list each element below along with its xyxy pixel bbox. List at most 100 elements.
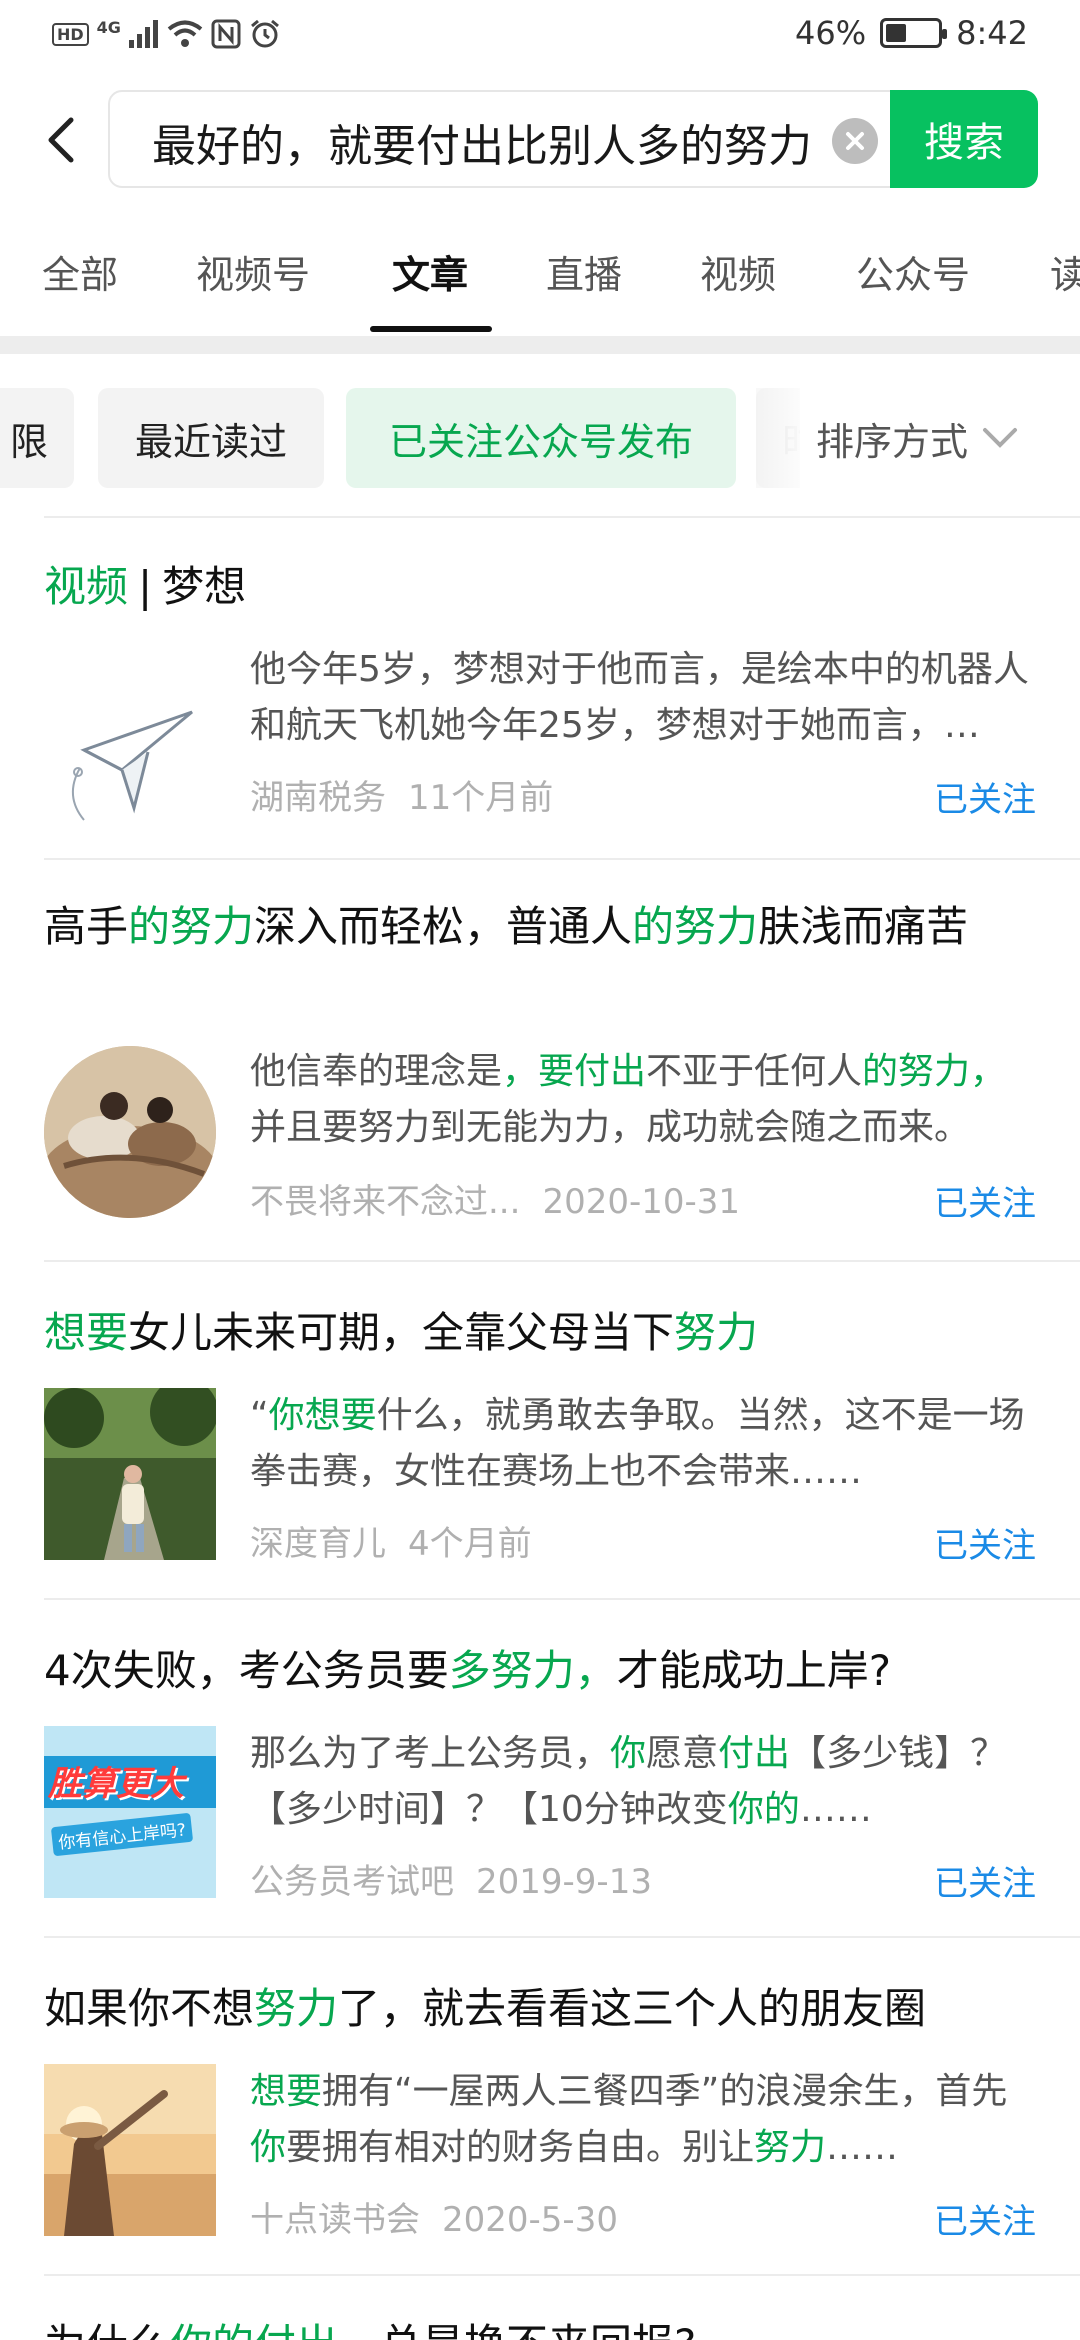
search-input[interactable]: 最好的，就要付出比别人多的努力: [108, 90, 900, 188]
active-tab-indicator: [370, 326, 492, 332]
article-title: 想要女儿未来可期，全靠父母当下努力: [44, 1302, 1034, 1364]
text-segment: ……: [826, 2127, 899, 2168]
sort-label: 排序方式: [816, 419, 969, 464]
divider: [44, 1936, 1080, 1938]
keyword-highlight: 的努力: [632, 902, 759, 951]
alarm-icon: [250, 19, 279, 48]
status-indicators: HD 4G: [52, 18, 281, 50]
clear-button[interactable]: [832, 118, 878, 164]
network-label: 4G: [96, 17, 121, 37]
keyword-highlight: 的努力，: [862, 1051, 1007, 1092]
article-time: 2020-10-31: [542, 1182, 741, 1222]
text-segment: 才能成功上岸?: [616, 1646, 892, 1695]
back-button[interactable]: [30, 110, 90, 170]
text-segment: 深入而轻松，普通人: [254, 902, 633, 951]
article-title: 4次失败，考公务员要多努力，才能成功上岸?: [44, 1640, 1034, 1702]
keyword-highlight: 努力: [254, 1984, 339, 2033]
article-time: 2019-9-13: [476, 1862, 652, 1902]
text-segment: 4次失败，考公务员要: [44, 1646, 449, 1695]
article-snippet: 那么为了考上公务员，你愿意付出【多少钱】？【多少时间】？【10分钟改变你的……: [250, 1726, 1038, 1838]
text-segment: 他信奉的理念是: [250, 1051, 503, 1092]
article-title: 为什么你的付出，总是换不来回报?: [44, 2314, 1034, 2340]
exam-banner: 胜算更大 你有信心上岸吗?: [44, 1726, 216, 1898]
keyword-highlight: 你: [610, 1733, 647, 1774]
followed-badge: 已关注: [934, 1864, 1036, 1904]
text-segment: 并且要努力到无能为力，成功就会随之而来。: [250, 1107, 971, 1148]
article-card[interactable]: 视频 | 梦想 他今年5岁，梦想对于他而言，是绘本中的机器人和航天飞机她今年25岁，…: [0, 556, 1080, 856]
divider: [44, 1598, 1080, 1600]
search-row: 最好的，就要付出比别人多的努力 搜索: [0, 90, 1080, 190]
divider: [44, 1260, 1080, 1262]
article-time: 2020-5-30: [442, 2200, 618, 2240]
chevron-down-icon: [983, 428, 1018, 448]
divider: [44, 2274, 1080, 2276]
text-segment: “: [250, 1395, 269, 1436]
article-source: 深度育儿: [250, 1524, 386, 1564]
text-segment: 为什么: [44, 2320, 170, 2340]
tab-official-accounts[interactable]: 公众号: [856, 244, 970, 299]
text-segment: 梦想: [162, 562, 247, 611]
article-snippet: 他今年5岁，梦想对于他而言，是绘本中的机器人和航天飞机她今年25岁，梦想对于她而…: [250, 642, 1038, 754]
search-button[interactable]: 搜索: [890, 90, 1038, 188]
woman-sunset-photo: [44, 2064, 216, 2236]
filter-bar: 限 最近读过 已关注公众号发布 时 排序方式: [0, 388, 1080, 488]
girl-forest-photo: [44, 1388, 216, 1560]
text-segment: 了，就去看看这三个人的朋友圈: [338, 1984, 927, 2033]
divider: [44, 516, 1080, 518]
followed-badge: 已关注: [934, 780, 1036, 820]
category-tabs: 全部 视频号 文章 直播 视频 公众号 读: [0, 230, 1080, 336]
divider: [44, 858, 1080, 860]
sort-dropdown[interactable]: 排序方式: [800, 388, 1080, 488]
article-snippet: 他信奉的理念是，要付出不亚于任何人的努力， 并且要努力到无能为力，成功就会随之而来…: [250, 1044, 1038, 1156]
article-snippet: 想要拥有“一屋两人三餐四季”的浪漫余生，首先你要拥有相对的财务自由。别让努力……: [250, 2064, 1038, 2176]
article-card[interactable]: 想要女儿未来可期，全靠父母当下努力 “你想要什么，就勇敢去争取。当然，这不是一场…: [0, 1302, 1080, 1602]
keyword-highlight: 努力: [754, 2127, 827, 2168]
article-card[interactable]: 如果你不想努力了，就去看看这三个人的朋友圈 想要拥有“一屋两人三餐四季”的浪漫余…: [0, 1978, 1080, 2278]
article-time: 4个月前: [408, 1524, 532, 1564]
keyword-highlight: 你想要: [268, 1395, 377, 1436]
filter-chip-followed[interactable]: 已关注公众号发布: [346, 388, 736, 488]
article-meta: 十点读书会 2020-5-30: [250, 2192, 618, 2241]
tab-channels[interactable]: 视频号: [196, 244, 310, 299]
tab-articles[interactable]: 文章: [392, 244, 468, 299]
article-card[interactable]: 为什么你的付出，总是换不来回报?: [0, 2308, 1080, 2340]
article-title: 视频 | 梦想: [44, 556, 1034, 618]
keyword-highlight: 你的付出: [170, 2320, 338, 2340]
filter-chip-recently-read[interactable]: 最近读过: [98, 388, 324, 488]
paper-plane-icon: [44, 660, 216, 832]
keyword-highlight: 付出: [718, 1733, 791, 1774]
text-segment: 愿意: [646, 1733, 719, 1774]
tab-live[interactable]: 直播: [546, 244, 622, 299]
wifi-icon: [167, 20, 203, 47]
text-segment: 拥有“一屋两人三餐四季”的浪漫余生，首先: [322, 2071, 1008, 2112]
text-segment: ……: [799, 1789, 872, 1830]
article-source: 公务员考试吧: [250, 1862, 454, 1902]
tab-all[interactable]: 全部: [42, 244, 118, 299]
signal-icon: [128, 20, 158, 48]
clock: 8:42: [956, 14, 1028, 52]
article-snippet: “你想要什么，就勇敢去争取。当然，这不是一场拳击赛，女性在赛场上也不会带来……: [250, 1388, 1038, 1500]
followed-badge: 已关注: [934, 1184, 1036, 1224]
article-card[interactable]: 高手的努力深入而轻松，普通人的努力肤浅而痛苦 他信奉的理念是，要付出不亚于任何人…: [0, 896, 1080, 1236]
article-card[interactable]: 4次失败，考公务员要多努力，才能成功上岸? 胜算更大 你有信心上岸吗? 那么为了…: [0, 1640, 1080, 1940]
article-meta: 湖南税务 11个月前: [250, 770, 553, 819]
battery-level: [886, 24, 906, 42]
nfc-icon: [211, 19, 241, 49]
battery-icon: [880, 18, 948, 48]
text-segment: 他今年5岁，梦想对于他而言，是绘本中的机器人和航天飞机她今年25岁，梦想对于她而…: [250, 649, 1029, 746]
filter-chip-time[interactable]: 限: [0, 388, 74, 488]
text-segment: 肤浅而痛苦: [758, 902, 969, 951]
text-segment: 不亚于任何人: [646, 1051, 863, 1092]
banner-headline: 胜算更大: [48, 1764, 184, 1804]
keyword-highlight: 你的: [727, 1789, 800, 1830]
search-query: 最好的，就要付出比别人多的努力: [152, 121, 812, 172]
article-source: 不畏将来不念过...: [250, 1182, 521, 1222]
battery-percent: 46%: [795, 14, 867, 52]
followed-badge: 已关注: [934, 1526, 1036, 1566]
tab-read[interactable]: 读: [1050, 244, 1080, 299]
keyword-highlight: ，要付出: [502, 1051, 647, 1092]
text-segment: 女儿未来可期，全靠父母当下: [128, 1308, 675, 1357]
title-separator: |: [138, 562, 153, 611]
couple-photo: [44, 1046, 216, 1218]
tab-video[interactable]: 视频: [700, 244, 776, 299]
